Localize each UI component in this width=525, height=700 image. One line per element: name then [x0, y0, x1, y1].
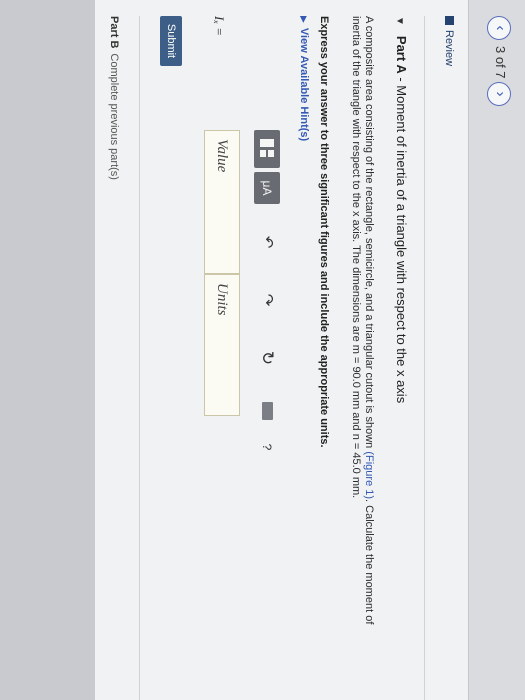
units-input[interactable]: Units	[204, 274, 240, 416]
problem-text-1: A composite area consisting of the recta…	[363, 16, 375, 452]
reset-icon[interactable]: ↻	[254, 348, 280, 368]
problem-statement: A composite area consisting of the recta…	[349, 16, 375, 656]
undo-icon[interactable]: ↶	[254, 232, 280, 252]
submit-button[interactable]: Submit	[160, 16, 182, 66]
hints-toggle[interactable]: ▶ View Available Hint(s)	[298, 16, 310, 141]
divider	[139, 16, 140, 700]
top-bar: ‹ 3 of 7 ›	[468, 0, 525, 700]
page-sheet: ‹ 3 of 7 › Review ▼ Part A - Moment of in…	[0, 0, 525, 700]
review-label: Review	[443, 30, 455, 67]
help-icon[interactable]: ?	[254, 440, 280, 454]
value-input[interactable]: Value	[204, 130, 240, 274]
chevron-left-icon[interactable]: ‹	[487, 16, 511, 40]
answer-label: Iₓ =	[212, 16, 227, 37]
hints-label: View Available Hint(s)	[298, 27, 310, 142]
redo-icon[interactable]: ↷	[254, 290, 280, 310]
part-b-title: Part B	[108, 16, 120, 49]
caret-right-icon: ▶	[299, 16, 309, 23]
review-icon	[445, 16, 454, 25]
review-link[interactable]: Review	[443, 16, 455, 66]
mu-icon[interactable]: μA	[254, 172, 280, 204]
figure-link[interactable]: (Figure 1)	[363, 451, 375, 499]
chevron-right-icon[interactable]: ›	[487, 82, 511, 106]
part-b-status: Complete previous part(s)	[108, 53, 120, 180]
part-a-header[interactable]: ▼ Part A - Moment of inertia of a triangl…	[394, 16, 409, 403]
answer-instruction: Express your answer to three significant…	[318, 16, 330, 448]
part-a-title: Part A	[394, 35, 409, 74]
caret-down-icon: ▼	[394, 16, 405, 26]
page-margin	[0, 0, 95, 700]
keyboard-icon[interactable]	[254, 398, 280, 424]
pager-text: 3 of 7	[493, 46, 508, 79]
part-b-row: Part B Complete previous part(s)	[108, 16, 120, 180]
divider	[424, 16, 425, 700]
part-a-subtitle: - Moment of inertia of a triangle with r…	[394, 73, 409, 404]
template-icon[interactable]	[254, 130, 280, 168]
